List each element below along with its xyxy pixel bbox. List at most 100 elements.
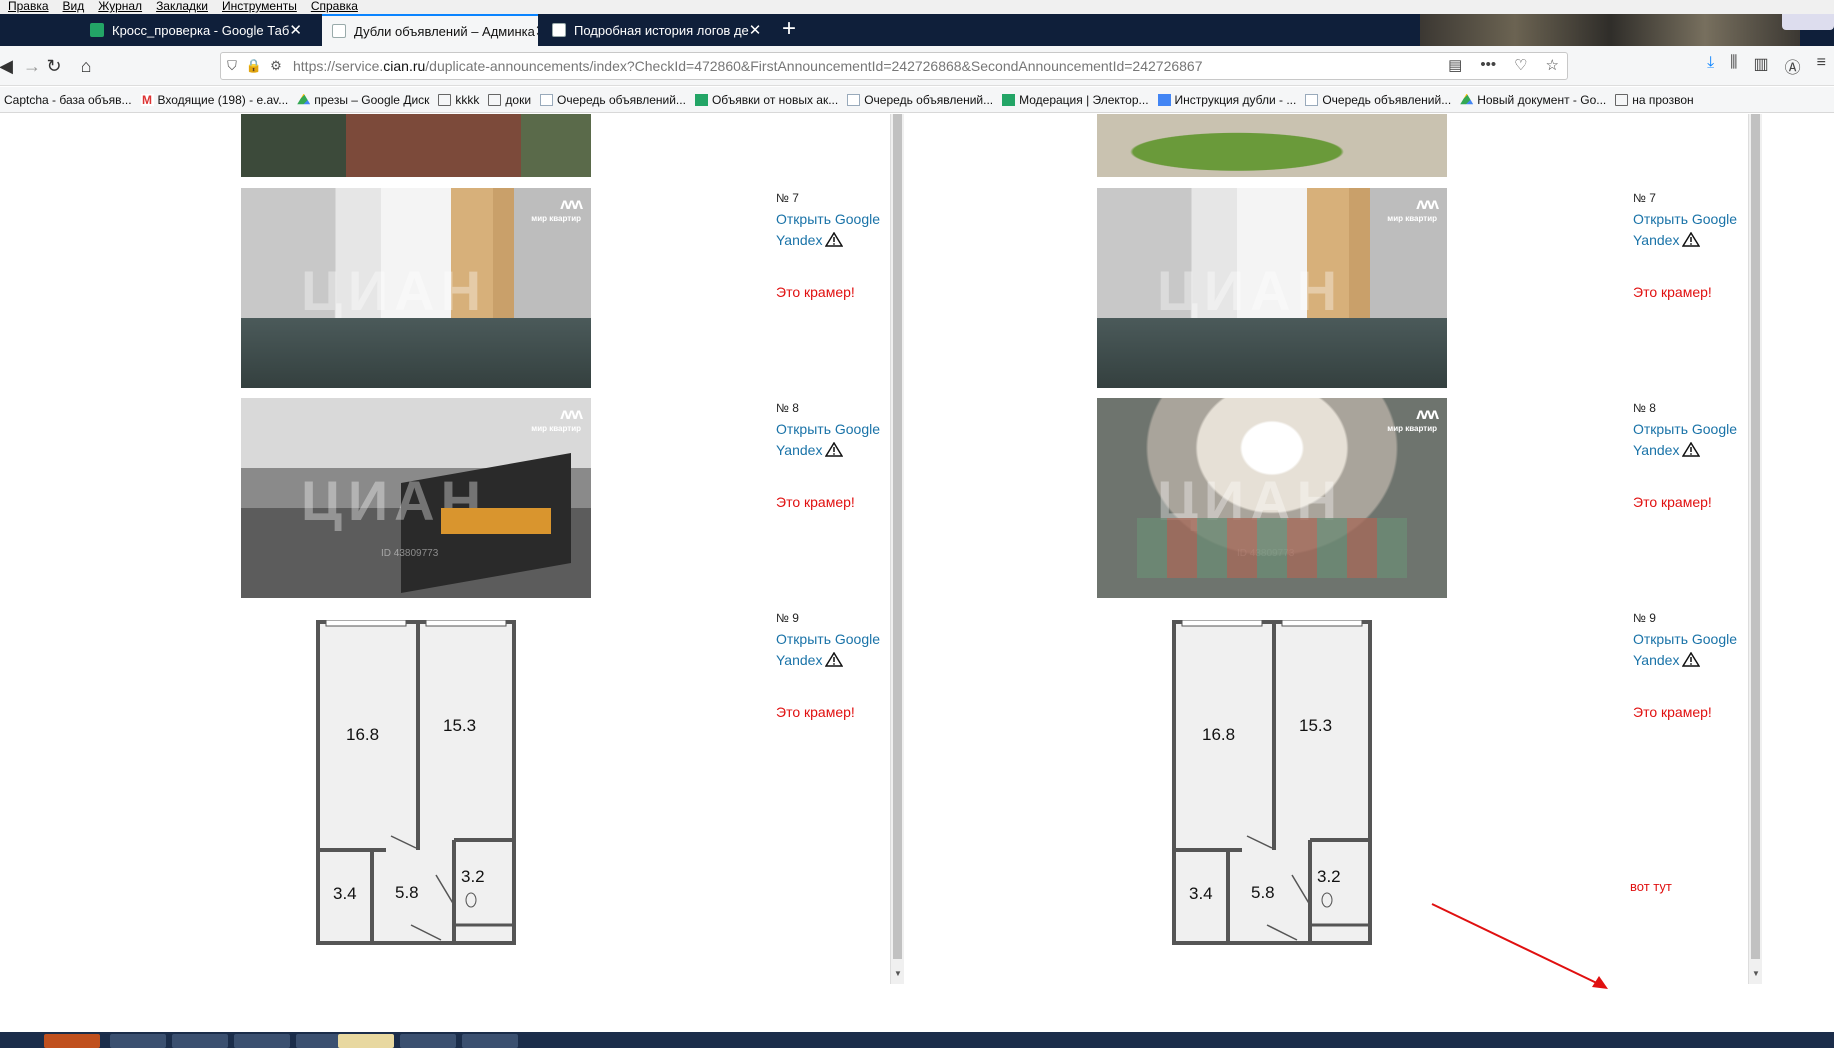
pinned-tab-sheet-2[interactable] <box>60 20 80 40</box>
pinned-tab-sheet[interactable] <box>20 20 40 40</box>
doc-icon <box>552 23 566 37</box>
taskbar-item[interactable] <box>462 1034 518 1048</box>
home-icon[interactable]: ⌂ <box>74 54 98 78</box>
listing-photo[interactable] <box>1097 114 1447 177</box>
floor-plan[interactable]: 16.8 15.3 3.4 5.8 3.2 <box>1172 619 1372 945</box>
kramer-alert: Это крамер! <box>1633 494 1712 510</box>
open-google-link[interactable]: Открыть Google <box>776 209 880 230</box>
bookmark-folder[interactable]: доки <box>488 93 531 107</box>
open-google-link[interactable]: Открыть Google <box>776 629 880 650</box>
photo-number: № 9 <box>776 611 799 625</box>
tab-duplicates[interactable]: Дубли объявлений – Админка ✕ <box>322 14 538 46</box>
forward-icon[interactable]: → <box>20 54 44 78</box>
scrollbar-thumb[interactable] <box>1751 114 1760 959</box>
sheet-icon <box>1002 93 1016 106</box>
room-area-label: 3.4 <box>333 884 357 903</box>
sidebar-icon[interactable]: ▥ <box>1754 54 1769 78</box>
window-controls[interactable] <box>1782 14 1834 30</box>
desktop-background <box>1420 14 1800 46</box>
yandex-link[interactable]: Yandex <box>1633 440 1737 461</box>
floor-plan-drawing: 16.8 15.3 3.4 5.8 3.2 <box>316 619 516 945</box>
photo-number: № 7 <box>776 191 799 205</box>
scroll-down-icon[interactable]: ▼ <box>891 969 905 981</box>
floor-plan[interactable]: 16.8 15.3 3.4 5.8 3.2 <box>316 619 516 945</box>
close-icon[interactable]: ✕ <box>289 21 302 39</box>
taskbar-item[interactable] <box>172 1034 228 1048</box>
permissions-icon[interactable]: ⚙ <box>265 58 287 74</box>
menu-help[interactable]: Справка <box>311 0 358 14</box>
library-icon[interactable]: ⫼ <box>1730 54 1737 78</box>
taskbar-item-active[interactable] <box>338 1034 394 1048</box>
tab-cross-check[interactable]: Кросс_проверка - Google Таб ✕ <box>80 14 310 46</box>
scroll-down-icon[interactable]: ▼ <box>1749 969 1763 981</box>
shield-icon[interactable]: ⛉ <box>221 58 243 74</box>
reader-view-icon[interactable]: ▤ <box>1448 56 1462 74</box>
taskbar-item[interactable] <box>234 1034 290 1048</box>
menu-view[interactable]: Вид <box>63 0 85 14</box>
room-area-label: 15.3 <box>1299 716 1332 735</box>
room-area-label: 5.8 <box>1251 883 1275 902</box>
photo-number: № 9 <box>1633 611 1656 625</box>
url-text[interactable]: https://service.cian.ru/duplicate-announ… <box>293 58 1203 74</box>
open-google-link[interactable]: Открыть Google <box>1633 419 1737 440</box>
yandex-link[interactable]: Yandex <box>776 650 880 671</box>
bookmark-item[interactable]: презы – Google Диск <box>297 93 429 107</box>
listing-photo[interactable]: ʌʌʌ мир квартир ЦИАН ID 43809773 <box>241 398 591 598</box>
kramer-alert: Это крамер! <box>1633 284 1712 300</box>
bookmark-folder[interactable]: kkkk <box>438 93 479 107</box>
taskbar-item[interactable] <box>400 1034 456 1048</box>
yandex-link[interactable]: Yandex <box>1633 650 1737 671</box>
back-button[interactable]: ◀ <box>0 54 18 78</box>
menu-icon[interactable]: ≡ <box>1817 54 1826 78</box>
menu-bookmarks[interactable]: Закладки <box>156 0 208 14</box>
open-google-link[interactable]: Открыть Google <box>776 419 880 440</box>
bookmark-item[interactable]: Очередь объявлений... <box>1305 93 1451 107</box>
tab-log-history[interactable]: Подробная история логов де ✕ <box>542 14 764 46</box>
close-icon[interactable]: ✕ <box>749 21 762 39</box>
menu-history[interactable]: Журнал <box>98 0 142 14</box>
bookmark-item[interactable]: Новый документ - Go... <box>1460 93 1606 107</box>
translate-icon[interactable]: Ⓐ <box>1785 54 1801 78</box>
listing-photo[interactable]: ʌʌʌ мир квартир ЦИАН ID 43809773 <box>1097 398 1447 598</box>
bookmark-label: доки <box>505 92 532 107</box>
listing-photo[interactable]: ʌʌʌ мир квартир ЦИАН ID 43809773 <box>1097 188 1447 388</box>
gdoc-icon <box>1157 93 1171 106</box>
open-google-link[interactable]: Открыть Google <box>1633 209 1737 230</box>
tab-label: Подробная история логов де <box>574 22 749 38</box>
bookmark-item[interactable]: Очередь объявлений... <box>540 93 686 107</box>
taskbar-item[interactable] <box>110 1034 166 1048</box>
star-icon[interactable]: ☆ <box>1546 56 1559 74</box>
menu-tools[interactable]: Инструменты <box>222 0 297 14</box>
warning-icon <box>825 232 844 247</box>
scrollbar-thumb[interactable] <box>893 114 902 959</box>
bookmark-folder[interactable]: на прозвон <box>1615 93 1694 107</box>
more-actions-icon[interactable]: ••• <box>1480 56 1496 74</box>
menu-edit[interactable]: Правка <box>8 0 49 14</box>
url-bar[interactable]: ⛉ 🔒 ⚙ https://service.cian.ru/duplicate-… <box>220 52 1568 80</box>
open-google-link[interactable]: Открыть Google <box>1633 629 1737 650</box>
lock-icon[interactable]: 🔒 <box>243 58 265 74</box>
bookmark-item[interactable]: Captcha - база объяв... <box>4 93 132 107</box>
bookmark-item[interactable]: Очередь объявлений... <box>847 93 993 107</box>
yandex-link[interactable]: Yandex <box>776 440 880 461</box>
bookmark-label: Очередь объявлений... <box>864 92 994 107</box>
close-icon[interactable]: ✕ <box>535 22 538 40</box>
bookmark-item[interactable]: Модерация | Электор... <box>1002 93 1149 107</box>
bookmark-item[interactable]: Объявки от новых ак... <box>694 93 838 107</box>
annotation-text: вот тут <box>1630 879 1672 894</box>
left-scrollbar[interactable]: ▼ <box>890 114 904 984</box>
reload-icon[interactable]: ↻ <box>42 54 66 78</box>
yandex-link[interactable]: Yandex <box>776 230 880 251</box>
listing-photo[interactable] <box>241 114 591 177</box>
download-icon[interactable]: ⤓ <box>1707 54 1714 78</box>
start-button[interactable] <box>44 1034 100 1048</box>
new-tab-button[interactable]: + <box>773 14 805 46</box>
listing-photo[interactable]: ʌʌʌ мир квартир ЦИАН ID 43809773 <box>241 188 591 388</box>
yandex-link[interactable]: Yandex <box>1633 230 1737 251</box>
tab-label: Кросс_проверка - Google Таб <box>112 22 290 38</box>
pocket-icon[interactable]: ♡ <box>1514 56 1527 74</box>
drive-icon <box>297 93 311 105</box>
bookmark-item[interactable]: Инструкция дубли - ... <box>1157 93 1296 107</box>
bookmark-item[interactable]: M Входящие (198) - e.av... <box>140 93 288 107</box>
right-scrollbar[interactable]: ▼ <box>1748 114 1762 984</box>
